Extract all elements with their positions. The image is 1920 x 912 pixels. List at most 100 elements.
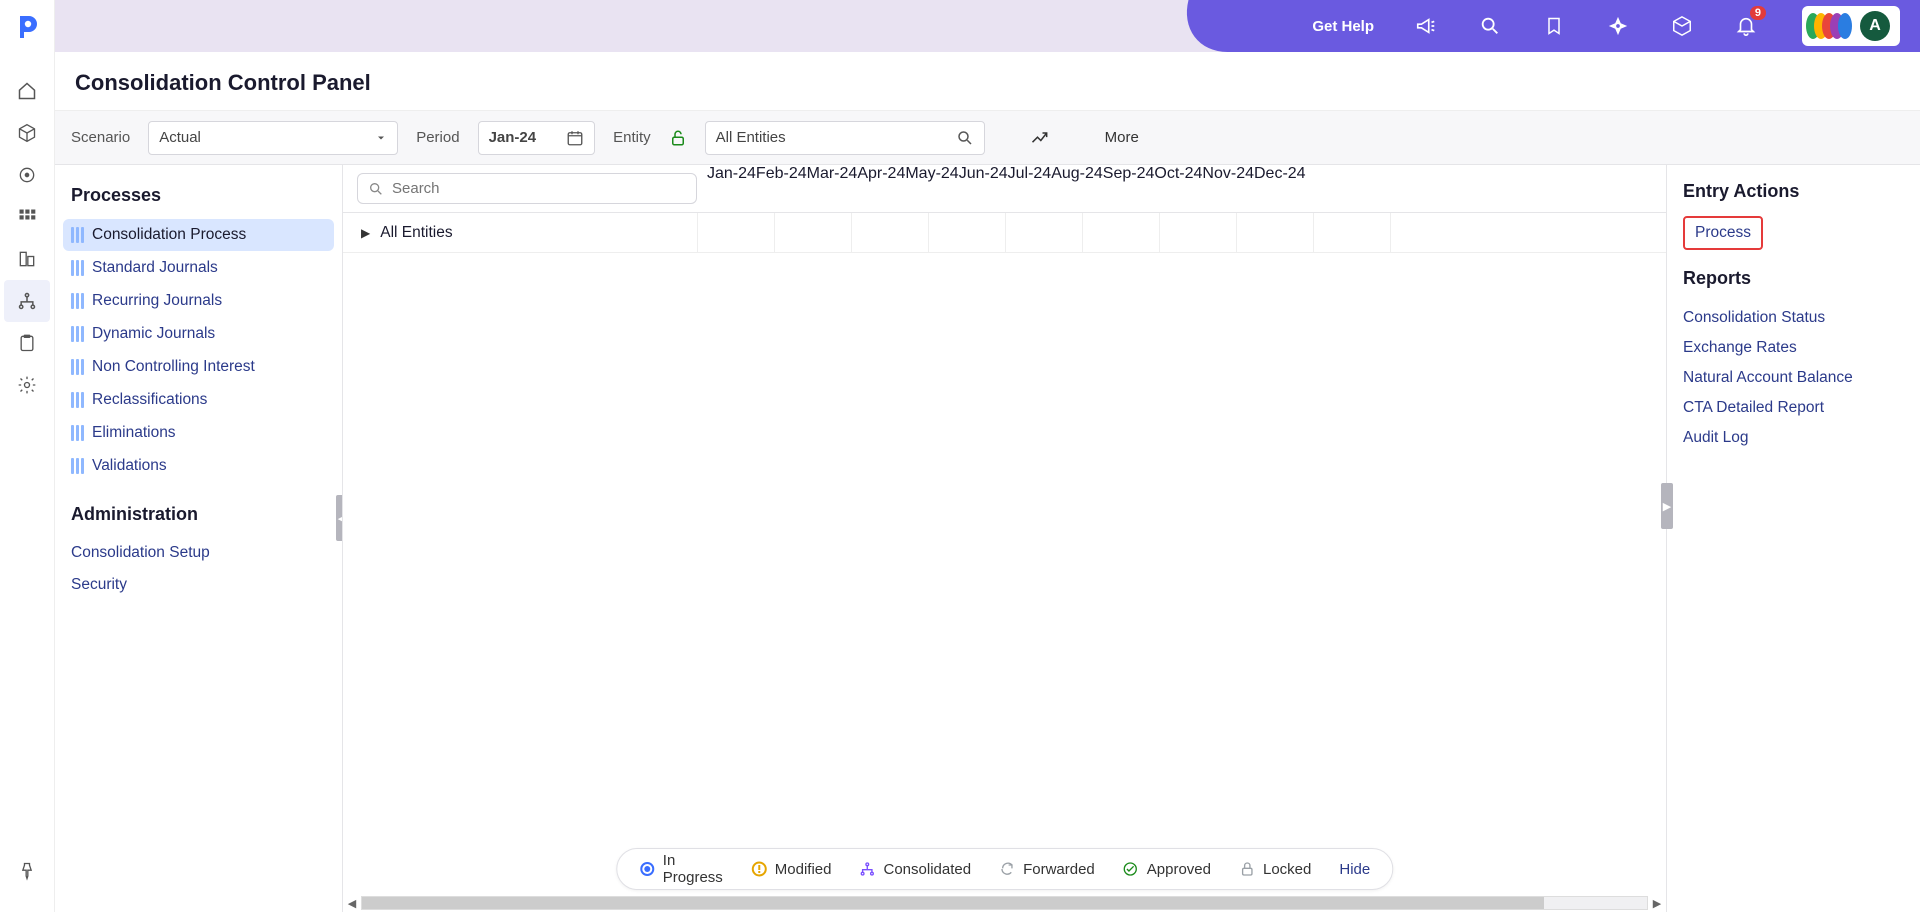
get-help-link[interactable]: Get Help [1312, 18, 1374, 35]
scroll-thumb[interactable] [362, 897, 1544, 909]
month-header[interactable]: Jun-24 [959, 165, 1008, 212]
process-item-consolidation[interactable]: Consolidation Process [63, 219, 334, 251]
grid-cell[interactable] [1082, 213, 1159, 252]
process-item-dynamic-journals[interactable]: Dynamic Journals [63, 318, 334, 350]
pin-icon[interactable] [4, 850, 50, 892]
process-action[interactable]: Process [1683, 216, 1763, 250]
building-icon[interactable] [4, 238, 50, 280]
check-circle-icon [1123, 861, 1139, 877]
search-input[interactable] [392, 180, 686, 197]
scroll-right-icon[interactable]: ▶ [1648, 894, 1666, 912]
icon-rail [0, 0, 55, 912]
grid-cell[interactable] [928, 213, 1005, 252]
month-header-row: Jan-24 Feb-24 Mar-24 Apr-24 May-24 Jun-2… [707, 165, 1666, 213]
period-select[interactable]: Jan-24 [478, 121, 596, 155]
grid-cell[interactable] [1390, 213, 1467, 252]
legend-consolidated: Consolidated [860, 861, 972, 878]
scroll-track[interactable] [361, 896, 1648, 910]
compass-icon[interactable] [1606, 14, 1630, 38]
report-link-cta[interactable]: CTA Detailed Report [1683, 393, 1904, 423]
collapse-right-icon[interactable]: ▶ [1661, 483, 1673, 529]
month-header[interactable]: Dec-24 [1254, 165, 1306, 212]
grid-cell[interactable] [697, 213, 774, 252]
right-panel: ▶ Entry Actions Process Reports Consolid… [1666, 165, 1920, 912]
announce-icon[interactable] [1414, 14, 1438, 38]
report-link-natural-account[interactable]: Natural Account Balance [1683, 363, 1904, 393]
caret-right-icon[interactable]: ▶ [361, 226, 370, 240]
reports-header: Reports [1683, 268, 1904, 289]
grid-cell[interactable] [1236, 213, 1313, 252]
gear-icon[interactable] [4, 364, 50, 406]
clipboard-icon[interactable] [4, 322, 50, 364]
entry-actions-header: Entry Actions [1683, 181, 1904, 202]
collapse-left-icon[interactable]: ◀ [336, 495, 343, 541]
month-header[interactable]: Feb-24 [756, 165, 807, 212]
scroll-left-icon[interactable]: ◀ [343, 894, 361, 912]
bars-icon [71, 425, 84, 441]
alert-icon [751, 861, 767, 877]
grid-cell[interactable] [1005, 213, 1082, 252]
month-header[interactable]: Mar-24 [807, 165, 858, 212]
search-icon[interactable] [1478, 14, 1502, 38]
app-logo-icon[interactable] [12, 12, 42, 42]
period-label: Period [416, 129, 459, 146]
tree-row-root[interactable]: ▶ All Entities [343, 213, 1666, 253]
home-icon[interactable] [4, 70, 50, 112]
process-item-recurring-journals[interactable]: Recurring Journals [63, 285, 334, 317]
lock-icon [1239, 861, 1255, 877]
legend-approved: Approved [1123, 861, 1211, 878]
center-panel: Jan-24 Feb-24 Mar-24 Apr-24 May-24 Jun-2… [343, 165, 1666, 912]
month-header[interactable]: Oct-24 [1154, 165, 1202, 212]
legend-hide[interactable]: Hide [1339, 861, 1370, 878]
month-header[interactable]: May-24 [905, 165, 958, 212]
month-header[interactable]: Jan-24 [707, 165, 756, 212]
hierarchy-icon[interactable] [4, 280, 50, 322]
scenario-value: Actual [159, 129, 201, 146]
legend-modified: Modified [751, 861, 832, 878]
grid-cell[interactable] [1159, 213, 1236, 252]
process-label: Recurring Journals [92, 292, 222, 310]
package-icon[interactable] [1670, 14, 1694, 38]
brand-box[interactable]: A [1802, 6, 1900, 46]
process-item-reclass[interactable]: Reclassifications [63, 384, 334, 416]
entity-select[interactable]: All Entities [705, 121, 985, 155]
month-header[interactable]: Apr-24 [857, 165, 905, 212]
forward-icon [999, 861, 1015, 877]
month-header[interactable]: Aug-24 [1051, 165, 1103, 212]
bars-icon [71, 227, 84, 243]
process-item-validations[interactable]: Validations [63, 450, 334, 482]
month-header[interactable]: Nov-24 [1202, 165, 1254, 212]
admin-link-setup[interactable]: Consolidation Setup [63, 537, 334, 569]
scenario-select[interactable]: Actual [148, 121, 398, 155]
bars-icon [71, 293, 84, 309]
bell-icon[interactable]: 9 [1734, 14, 1758, 38]
report-link-consolidation-status[interactable]: Consolidation Status [1683, 303, 1904, 333]
cube-icon[interactable] [4, 112, 50, 154]
legend-forwarded: Forwarded [999, 861, 1095, 878]
process-item-standard-journals[interactable]: Standard Journals [63, 252, 334, 284]
unlock-icon[interactable] [669, 129, 687, 147]
horizontal-scrollbar[interactable]: ◀ ▶ [343, 894, 1666, 912]
admin-header: Administration [63, 500, 334, 537]
report-link-audit-log[interactable]: Audit Log [1683, 423, 1904, 453]
search-input-wrap[interactable] [357, 173, 697, 204]
grid-cell[interactable] [774, 213, 851, 252]
grid-icon[interactable] [4, 196, 50, 238]
process-item-nci[interactable]: Non Controlling Interest [63, 351, 334, 383]
process-item-eliminations[interactable]: Eliminations [63, 417, 334, 449]
notification-badge: 9 [1750, 6, 1766, 20]
month-header[interactable]: Jul-24 [1008, 165, 1052, 212]
bars-icon [71, 392, 84, 408]
avatar[interactable]: A [1860, 11, 1890, 41]
more-link[interactable]: More [1105, 129, 1139, 146]
target-icon[interactable] [4, 154, 50, 196]
bookmark-icon[interactable] [1542, 14, 1566, 38]
processes-header: Processes [63, 181, 334, 218]
grid-cell[interactable] [851, 213, 928, 252]
trend-icon[interactable] [1023, 121, 1057, 155]
month-header[interactable]: Sep-24 [1103, 165, 1155, 212]
admin-link-security[interactable]: Security [63, 569, 334, 601]
entity-label: Entity [613, 129, 651, 146]
report-link-exchange-rates[interactable]: Exchange Rates [1683, 333, 1904, 363]
grid-cell[interactable] [1313, 213, 1390, 252]
